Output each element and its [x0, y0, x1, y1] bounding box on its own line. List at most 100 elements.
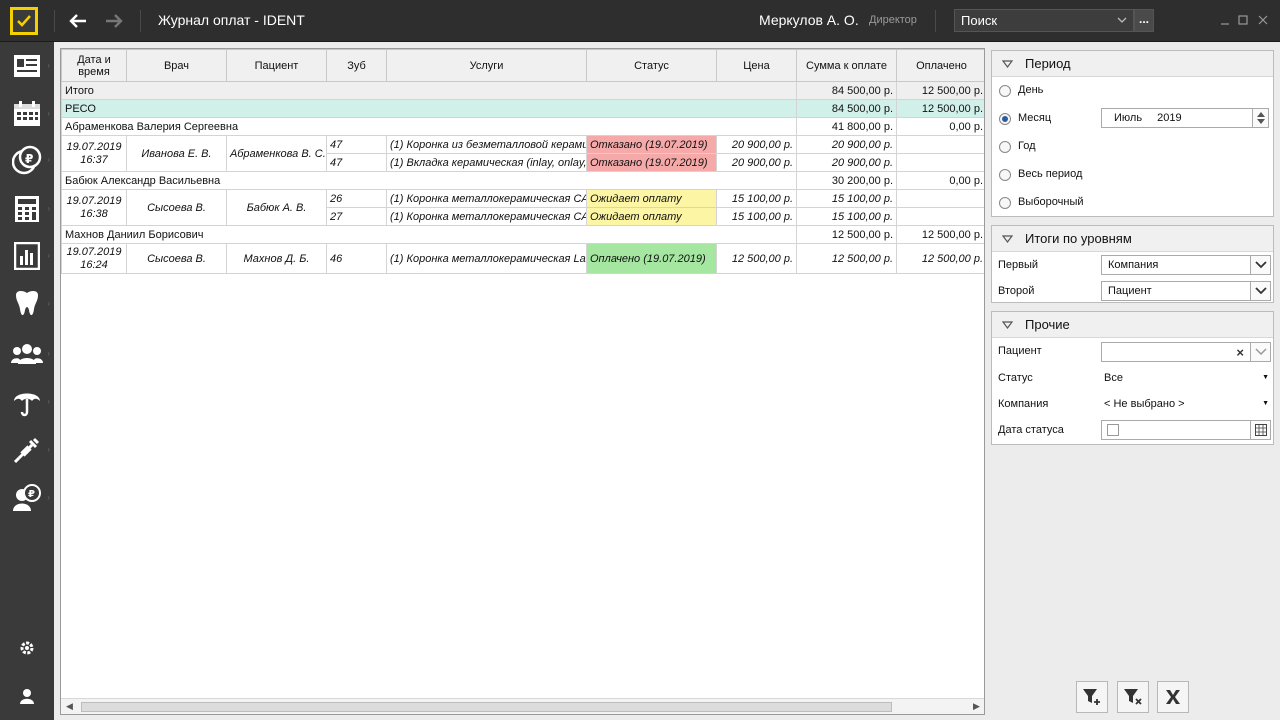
tooth-cell: 27: [326, 207, 387, 226]
status-date-checkbox[interactable]: [1107, 424, 1119, 436]
column-header-doctor[interactable]: Врач: [126, 49, 227, 82]
spinner-buttons[interactable]: [1252, 109, 1268, 127]
settings-button[interactable]: [0, 628, 54, 668]
sidebar-item-patients[interactable]: ›: [0, 46, 54, 86]
payments-grid[interactable]: Дата и время Врач Пациент Зуб Услуги Ста…: [60, 48, 985, 715]
column-header-amount-due[interactable]: Сумма к оплате: [796, 49, 897, 82]
patient-group-label: Бабюк Александр Васильевна: [61, 171, 797, 190]
tooth-cell: 46: [326, 243, 387, 274]
visit-datetime: 19.07.2019 16:24: [61, 243, 127, 274]
total-paid: 12 500,00 р.: [896, 81, 984, 100]
column-header-paid[interactable]: Оплачено: [896, 49, 984, 82]
collapse-triangle-icon: [1002, 234, 1013, 243]
month-value: Июль: [1114, 112, 1143, 124]
profile-button[interactable]: [0, 676, 54, 716]
period-title: Период: [1025, 56, 1071, 71]
search-dropdown-button[interactable]: [1114, 11, 1130, 29]
sidebar-item-insurance[interactable]: ›: [0, 382, 54, 422]
status-filter-select[interactable]: Все ▼: [1104, 372, 1271, 384]
horizontal-scrollbar[interactable]: ◀ ▶: [61, 698, 984, 714]
apply-filter-button[interactable]: [1076, 681, 1108, 713]
column-header-status[interactable]: Статус: [586, 49, 717, 82]
sidebar-item-schedule[interactable]: ›: [0, 94, 54, 134]
sidebar-item-payments[interactable]: ₽ ›: [0, 140, 54, 180]
sidebar-item-calculator[interactable]: ›: [0, 189, 54, 229]
column-header-price[interactable]: Цена: [716, 49, 797, 82]
checkmark-icon: [17, 15, 31, 27]
sidebar-item-dental[interactable]: ›: [0, 284, 54, 324]
period-panel: Период День Месяц Июль 2019 Год Весь пер…: [991, 50, 1274, 217]
price-cell: 20 900,00 р.: [716, 153, 797, 172]
status-dropdown-icon[interactable]: ▼: [1262, 374, 1269, 381]
doctor-cell: Сысоева В.: [126, 243, 227, 274]
close-button[interactable]: [1256, 13, 1270, 27]
spin-up-icon[interactable]: [1256, 112, 1265, 117]
forward-button[interactable]: [101, 9, 127, 33]
sidebar-item-staff[interactable]: ›: [0, 334, 54, 374]
user-name[interactable]: Меркулов А. О.: [759, 12, 859, 28]
first-level-select[interactable]: Компания: [1101, 255, 1271, 275]
visit-time: 16:37: [80, 153, 108, 166]
chevron-down-icon: [1254, 348, 1267, 356]
patient-group-row[interactable]: Махнов Даниил Борисович 12 500,00 р. 12 …: [61, 225, 984, 244]
radio-day[interactable]: [999, 85, 1011, 97]
sidebar-item-reports[interactable]: ›: [0, 236, 54, 276]
amount-cell: 20 900,00 р.: [796, 135, 897, 154]
spin-down-icon[interactable]: [1256, 119, 1265, 124]
service-cell: (1) Коронка из безметалловой керамики: [386, 135, 587, 154]
first-level-dropdown[interactable]: [1250, 256, 1270, 274]
total-row[interactable]: Итого 84 500,00 р. 12 500,00 р.: [61, 81, 984, 100]
sidebar-item-patient-payments[interactable]: ₽ ›: [0, 478, 54, 518]
export-excel-button[interactable]: [1157, 681, 1189, 713]
paid-cell: 12 500,00 р.: [896, 243, 984, 274]
payments-icon: ₽: [12, 145, 42, 175]
radio-label-year: Год: [1018, 140, 1036, 152]
company-dropdown-icon[interactable]: ▼: [1262, 400, 1269, 407]
table-row[interactable]: 19.07.2019 16:37 Иванова Е. В. Абраменков…: [61, 135, 984, 172]
levels-panel-header[interactable]: Итоги по уровням: [992, 226, 1273, 252]
table-row[interactable]: 19.07.2019 16:24 Сысоева В. Махнов Д. Б. …: [61, 243, 984, 274]
filter-clear-icon: [1124, 689, 1142, 705]
column-header-tooth[interactable]: Зуб: [326, 49, 387, 82]
arrow-right-icon: [106, 14, 123, 28]
chevron-down-icon: [1254, 261, 1267, 269]
date-picker-button[interactable]: [1250, 421, 1270, 439]
back-button[interactable]: [65, 9, 91, 33]
period-panel-header[interactable]: Период: [992, 51, 1273, 77]
doctor-cell: Сысоева В.: [126, 189, 227, 226]
patient-group-sum: 30 200,00 р.: [796, 171, 897, 190]
scroll-right-icon[interactable]: ▶: [973, 701, 980, 712]
maximize-button[interactable]: [1236, 13, 1250, 27]
clear-filter-button[interactable]: [1117, 681, 1149, 713]
radio-month[interactable]: [999, 113, 1011, 125]
status-date-input[interactable]: [1101, 420, 1271, 440]
second-level-select[interactable]: Пациент: [1101, 281, 1271, 301]
company-filter-select[interactable]: < Не выбрано > ▼: [1104, 398, 1271, 410]
insurance-umbrella-icon: [14, 393, 40, 417]
table-row[interactable]: 19.07.2019 16:38 Сысоева В. Бабюк А. В. 2…: [61, 189, 984, 226]
patient-group-row[interactable]: Бабюк Александр Васильевна 30 200,00 р. …: [61, 171, 984, 190]
sidebar-item-procedures[interactable]: ›: [0, 430, 54, 470]
column-header-patient[interactable]: Пациент: [226, 49, 327, 82]
patient-group-row[interactable]: Абраменкова Валерия Сергеевна 41 800,00 …: [61, 117, 984, 136]
column-header-datetime[interactable]: Дата и время: [61, 49, 127, 82]
month-year-spinner[interactable]: Июль 2019: [1101, 108, 1269, 128]
patient-filter-dropdown[interactable]: [1250, 343, 1270, 361]
radio-year[interactable]: [999, 141, 1011, 153]
second-level-dropdown[interactable]: [1250, 282, 1270, 300]
scrollbar-thumb[interactable]: [81, 702, 892, 712]
radio-custom[interactable]: [999, 197, 1011, 209]
minimize-button[interactable]: [1218, 13, 1232, 27]
patient-filter-input[interactable]: ×: [1101, 342, 1271, 362]
company-group-row[interactable]: РЕСО 84 500,00 р. 12 500,00 р.: [61, 99, 984, 118]
column-header-services[interactable]: Услуги: [386, 49, 587, 82]
search-input[interactable]: Поиск: [954, 9, 1134, 32]
status-cell: Ожидает оплату: [586, 207, 717, 226]
radio-all-period[interactable]: [999, 169, 1011, 181]
patient-group-label: Абраменкова Валерия Сергеевна: [61, 117, 797, 136]
clear-icon[interactable]: ×: [1236, 345, 1244, 360]
amount-cell: 15 100,00 р.: [796, 189, 897, 208]
other-panel-header[interactable]: Прочие: [992, 312, 1273, 338]
search-more-button[interactable]: ...: [1134, 9, 1154, 32]
scroll-left-icon[interactable]: ◀: [66, 701, 73, 712]
